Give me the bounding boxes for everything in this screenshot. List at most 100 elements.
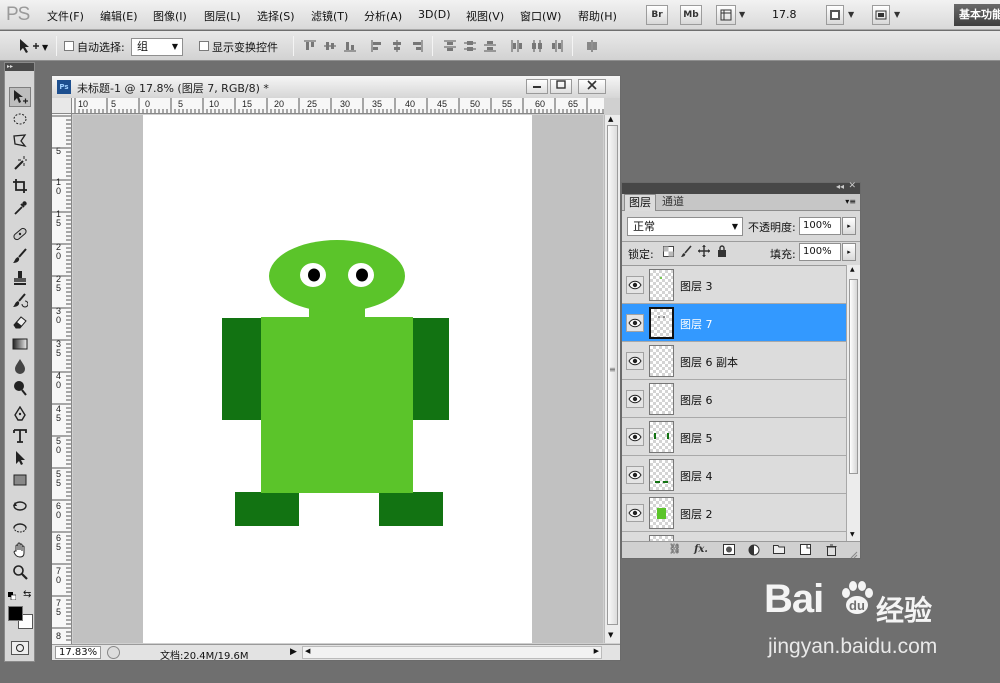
- link-layers-icon[interactable]: ⛓: [668, 544, 682, 556]
- scroll-up-arrow[interactable]: ▲: [608, 115, 613, 123]
- layer-thumbnail[interactable]: [649, 269, 674, 301]
- delete-layer-icon[interactable]: [824, 544, 838, 556]
- scroll-left-arrow[interactable]: ◀: [305, 647, 310, 655]
- canvas-area[interactable]: [73, 115, 603, 643]
- 3d-rotate-tool[interactable]: [9, 496, 31, 516]
- healing-brush-tool[interactable]: [9, 224, 31, 244]
- vertical-ruler[interactable]: 5 1 0 1 5 2 0 2 5 3 0 3 5 4 0 4 5 5 0 5 …: [52, 114, 72, 644]
- screen-mode-dropdown-arrow[interactable]: ▼: [894, 10, 900, 19]
- document-titlebar[interactable]: Ps 未标题-1 @ 17.8% (图层 7, RGB/8) *: [52, 76, 620, 98]
- tab-layers[interactable]: 图层: [624, 194, 656, 211]
- visibility-toggle[interactable]: [626, 504, 644, 522]
- layer-thumbnail[interactable]: [649, 307, 674, 339]
- layer-row[interactable]: 图层 6 副本: [622, 342, 846, 380]
- minimize-button[interactable]: [526, 79, 548, 94]
- layers-panel-header[interactable]: ◂◂ ✕: [622, 181, 860, 194]
- layer-name[interactable]: 图层 5: [680, 430, 713, 446]
- layer-row[interactable]: 图层 4: [622, 456, 846, 494]
- lock-transparent-pixels-icon[interactable]: [663, 246, 674, 257]
- visibility-toggle[interactable]: [626, 428, 644, 446]
- bridge-button[interactable]: Br: [646, 5, 668, 25]
- menu-image[interactable]: 图像(I): [153, 8, 187, 24]
- tool-preset-dropdown-arrow[interactable]: ▼: [42, 43, 48, 52]
- foreground-color-swatch[interactable]: [8, 606, 23, 621]
- tools-panel-header[interactable]: ▸▸: [5, 63, 34, 71]
- pen-tool[interactable]: [9, 404, 31, 424]
- blend-mode-dropdown[interactable]: 正常 ▼: [627, 217, 743, 236]
- clone-stamp-tool[interactable]: [9, 268, 31, 288]
- panel-menu-icon[interactable]: ▾≡: [845, 197, 856, 206]
- crop-tool[interactable]: [9, 176, 31, 196]
- visibility-toggle[interactable]: [626, 466, 644, 484]
- scroll-down-arrow[interactable]: ▼: [608, 631, 613, 639]
- path-selection-tool[interactable]: [9, 448, 31, 468]
- zoom-level[interactable]: 17.8: [772, 8, 797, 21]
- eyedropper-tool[interactable]: [9, 198, 31, 218]
- marquee-tool[interactable]: [9, 109, 31, 129]
- layer-row[interactable]: 图层 3: [622, 266, 846, 304]
- default-colors-icon[interactable]: [8, 590, 17, 601]
- lock-position-icon[interactable]: [698, 245, 710, 257]
- zoom-tool[interactable]: [9, 562, 31, 582]
- status-menu-arrow[interactable]: ▶: [290, 647, 297, 657]
- menu-edit[interactable]: 编辑(E): [100, 8, 138, 24]
- close-panel-icon[interactable]: ✕: [848, 181, 856, 191]
- quick-mask-button[interactable]: [11, 641, 29, 655]
- layer-thumbnail[interactable]: [649, 497, 674, 529]
- menu-select[interactable]: 选择(S): [257, 8, 295, 24]
- horizontal-scrollbar[interactable]: ◀ ▶: [302, 646, 602, 659]
- layer-row[interactable]: [622, 532, 846, 541]
- type-tool[interactable]: [9, 426, 31, 446]
- maximize-button[interactable]: [550, 79, 572, 94]
- layer-row[interactable]: 图层 2: [622, 494, 846, 532]
- layers-scroll-thumb[interactable]: [849, 279, 858, 474]
- layer-name[interactable]: 图层 4: [680, 468, 713, 484]
- layers-scrollbar[interactable]: ▲ ▼: [846, 265, 860, 541]
- history-brush-tool[interactable]: [9, 290, 31, 310]
- move-tool-preset[interactable]: [18, 38, 40, 57]
- workspace-switcher[interactable]: 基本功能: [954, 4, 1000, 26]
- layer-row[interactable]: 图层 5: [622, 418, 846, 456]
- horizontal-ruler[interactable]: 10 5 0 5 10 15 20 25 30 35 40 45 50 55 6…: [72, 98, 604, 114]
- lock-all-icon[interactable]: [716, 245, 728, 257]
- screen-mode-button[interactable]: [872, 5, 890, 25]
- 3d-orbit-tool[interactable]: [9, 518, 31, 538]
- collapse-panel-icon[interactable]: ◂◂: [836, 182, 844, 191]
- align-bottom-edges-button[interactable]: [343, 39, 357, 53]
- auto-align-layers-button[interactable]: [585, 39, 599, 53]
- layer-thumbnail[interactable]: [649, 421, 674, 453]
- shape-tool[interactable]: [9, 470, 31, 490]
- visibility-toggle[interactable]: [626, 352, 644, 370]
- scroll-down-arrow[interactable]: ▼: [850, 531, 855, 538]
- menu-layer[interactable]: 图层(L): [204, 8, 241, 24]
- align-right-edges-button[interactable]: [410, 39, 424, 53]
- layer-name[interactable]: 图层 6: [680, 392, 713, 408]
- visibility-toggle[interactable]: [626, 390, 644, 408]
- robot-artwork[interactable]: [143, 115, 532, 643]
- align-horizontal-centers-button[interactable]: [390, 39, 404, 53]
- layer-style-fx-icon[interactable]: fx.: [694, 544, 708, 556]
- gradient-tool[interactable]: [9, 334, 31, 354]
- tab-channels[interactable]: 通道: [658, 194, 688, 211]
- brush-tool[interactable]: [9, 246, 31, 266]
- layer-name[interactable]: 图层 7: [680, 316, 713, 332]
- menu-filter[interactable]: 滤镜(T): [311, 8, 348, 24]
- vertical-scroll-thumb[interactable]: [607, 125, 618, 625]
- vertical-scrollbar[interactable]: ▲ ≡ ▼: [604, 115, 620, 643]
- menu-3d[interactable]: 3D(D): [418, 8, 451, 21]
- auto-select-dropdown[interactable]: 组 ▼: [131, 38, 183, 56]
- layer-row[interactable]: 图层 6: [622, 380, 846, 418]
- align-vertical-centers-button[interactable]: [323, 39, 337, 53]
- distribute-horizontal-centers-button[interactable]: [530, 39, 544, 53]
- layer-thumbnail[interactable]: [649, 459, 674, 491]
- opacity-slider-button[interactable]: ▸: [842, 217, 856, 235]
- arrange-dropdown-arrow[interactable]: ▼: [848, 10, 854, 19]
- resize-grip-icon[interactable]: [850, 549, 858, 559]
- blur-tool[interactable]: [9, 356, 31, 376]
- show-transform-checkbox[interactable]: [199, 41, 209, 51]
- auto-select-checkbox[interactable]: [64, 41, 74, 51]
- hand-tool[interactable]: [9, 540, 31, 560]
- menu-help[interactable]: 帮助(H): [578, 8, 617, 24]
- align-top-edges-button[interactable]: [303, 39, 317, 53]
- distribute-right-button[interactable]: [550, 39, 564, 53]
